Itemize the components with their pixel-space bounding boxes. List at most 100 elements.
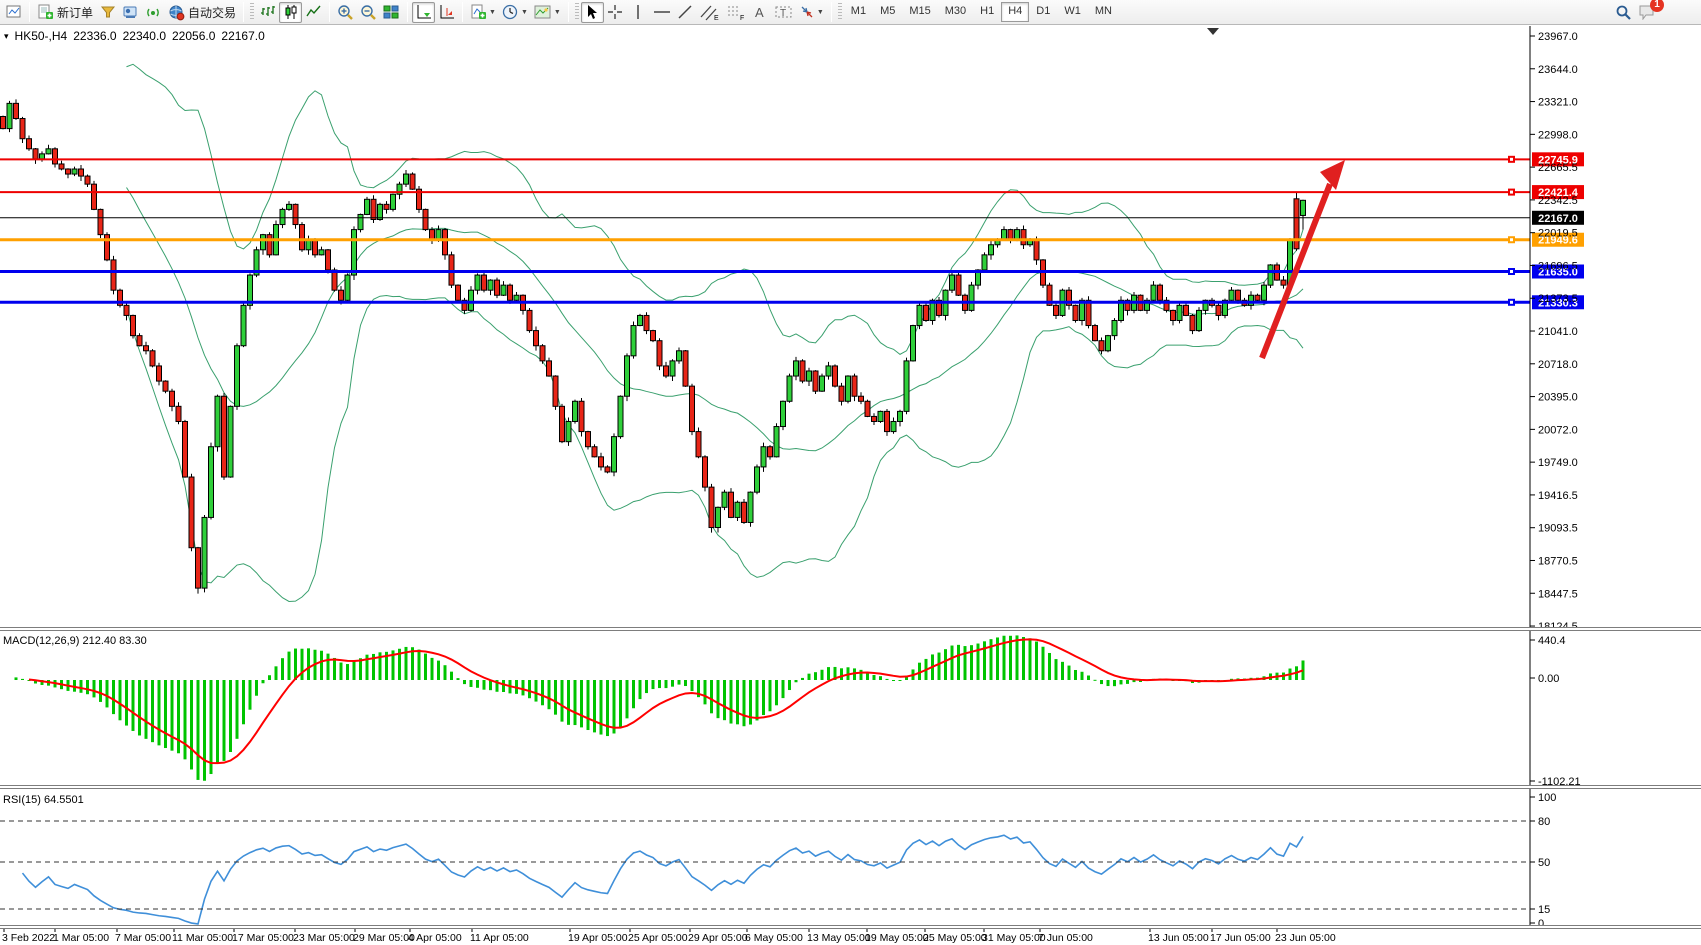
svg-text:29 Apr 05:00: 29 Apr 05:00 (688, 932, 748, 944)
svg-text:21373.5: 21373.5 (1538, 293, 1578, 305)
chart-window-button[interactable] (2, 2, 25, 23)
timeframe-button-M1[interactable]: M1 (844, 2, 873, 22)
vertical-line-button[interactable] (627, 2, 650, 23)
svg-text:23967.0: 23967.0 (1538, 31, 1578, 43)
crosshair-icon (607, 4, 623, 20)
svg-text:20718.0: 20718.0 (1538, 359, 1578, 371)
svg-text:100: 100 (1538, 792, 1556, 804)
timeframe-button-M30[interactable]: M30 (938, 2, 973, 22)
auto-scroll-button[interactable] (412, 2, 435, 23)
auto-scroll-icon (416, 4, 432, 20)
cursor-icon (585, 4, 599, 20)
arrows-button[interactable]: ▼ (796, 2, 827, 23)
tile-windows-button[interactable] (380, 2, 403, 23)
svg-text:25 Apr 05:00: 25 Apr 05:00 (628, 932, 688, 944)
channel-button[interactable]: E (697, 2, 723, 23)
rsi-indicator-label: RSI(15) 64.5501 (3, 794, 84, 806)
chart-title-bar: ▾ HK50-,H4 22336.022340.022056.022167.0 (4, 29, 265, 43)
toolbar-separator (29, 2, 30, 22)
funnel-icon (100, 4, 116, 20)
svg-text:23 Jun 05:00: 23 Jun 05:00 (1275, 932, 1336, 944)
trendline-button[interactable] (674, 2, 697, 23)
svg-text:3 Feb 2022: 3 Feb 2022 (2, 932, 55, 944)
trend-arrow-annotation[interactable] (1262, 160, 1345, 358)
terminal-button[interactable] (119, 2, 142, 23)
svg-text:19416.5: 19416.5 (1538, 490, 1578, 502)
timeframe-button-H4[interactable]: H4 (1001, 2, 1029, 22)
svg-text:22019.5: 22019.5 (1538, 228, 1578, 240)
horizontal-line-22745.9[interactable] (0, 156, 1530, 163)
svg-text:22167.0: 22167.0 (1538, 213, 1578, 225)
macd-histogram (15, 635, 1305, 780)
timeframe-button-M15[interactable]: M15 (902, 2, 937, 22)
new-order-icon (37, 4, 54, 21)
line-chart-button[interactable] (302, 2, 325, 23)
chat-button[interactable]: 1 (1635, 2, 1659, 23)
rsi-panel-splitter[interactable] (0, 785, 1701, 789)
svg-text:17 Jun 05:00: 17 Jun 05:00 (1210, 932, 1271, 944)
arrows-icon (799, 4, 815, 20)
timeframe-button-W1[interactable]: W1 (1057, 2, 1088, 22)
bar-low-value: 22056.0 (172, 29, 215, 43)
chart-shift-button[interactable] (435, 2, 458, 23)
horizontal-line-22421.4[interactable] (0, 189, 1530, 196)
svg-text:1 Mar 05:00: 1 Mar 05:00 (53, 932, 109, 944)
search-button[interactable] (1612, 2, 1635, 23)
chart-menu-arrow-icon[interactable]: ▾ (4, 31, 9, 42)
zoom-out-icon (360, 4, 377, 21)
timeframe-button-MN[interactable]: MN (1088, 2, 1119, 22)
timeframe-button-M5[interactable]: M5 (873, 2, 902, 22)
macd-panel-splitter[interactable] (0, 627, 1701, 631)
template-icon (534, 5, 552, 20)
toolbar-separator (329, 2, 330, 22)
equidistant-channel-icon: E (700, 4, 720, 21)
svg-text:18447.5: 18447.5 (1538, 588, 1578, 600)
autotrading-button[interactable]: 自动交易 (165, 2, 239, 23)
bar-open-value: 22336.0 (73, 29, 116, 43)
periods-button[interactable]: ▼ (499, 2, 531, 23)
svg-text:11 Mar 05:00: 11 Mar 05:00 (172, 932, 233, 944)
svg-text:19749.0: 19749.0 (1538, 457, 1578, 469)
time-axis: 3 Feb 20221 Mar 05:007 Mar 05:0011 Mar 0… (2, 927, 1336, 944)
new-order-button[interactable]: 新订单 (34, 2, 96, 23)
templates-button[interactable]: ▼ (531, 2, 564, 23)
indicators-button[interactable]: ▼ (467, 2, 499, 23)
main-toolbar: 新订单 自动交易 (0, 0, 1701, 25)
svg-text:23 Mar 05:00: 23 Mar 05:00 (293, 932, 355, 944)
signals-button[interactable] (142, 2, 165, 23)
cursor-button[interactable] (581, 2, 604, 23)
dropdown-arrow-icon: ▼ (817, 9, 824, 16)
timeframe-button-D1[interactable]: D1 (1029, 2, 1057, 22)
svg-text:23644.0: 23644.0 (1538, 64, 1578, 76)
candlestick-chart-button[interactable] (279, 2, 302, 23)
market-depth-button[interactable] (96, 2, 119, 23)
svg-text:7 Jun 05:00: 7 Jun 05:00 (1038, 932, 1093, 944)
fibonacci-icon: F (726, 4, 746, 21)
label-button[interactable]: T (772, 2, 796, 23)
svg-text:0.00: 0.00 (1538, 673, 1559, 685)
svg-text:23321.0: 23321.0 (1538, 97, 1578, 109)
horizontal-line-21330.3[interactable] (0, 299, 1530, 306)
crosshair-button[interactable] (604, 2, 627, 23)
timeframe-button-H1[interactable]: H1 (973, 2, 1001, 22)
bollinger-bands (127, 64, 1304, 601)
svg-text:31 May 05:00: 31 May 05:00 (982, 932, 1046, 944)
new-order-label: 新订单 (57, 4, 93, 21)
clock-icon (502, 4, 519, 21)
horizontal-line-21635.0[interactable] (0, 268, 1530, 275)
search-icon (1615, 4, 1632, 21)
horizontal-line-button[interactable] (650, 2, 674, 23)
candlestick-icon (283, 4, 299, 20)
zoom-out-button[interactable] (357, 2, 380, 23)
rsi-line (23, 835, 1304, 924)
bar-chart-button[interactable] (256, 2, 279, 23)
text-button[interactable]: A (749, 2, 772, 23)
terminal-icon (122, 4, 139, 20)
zoom-in-button[interactable] (334, 2, 357, 23)
svg-text:20072.0: 20072.0 (1538, 424, 1578, 436)
svg-text:50: 50 (1538, 857, 1550, 869)
autotrading-label: 自动交易 (188, 4, 236, 21)
toolbar-grip (838, 3, 842, 21)
horizontal-line-icon (653, 4, 671, 20)
fibonacci-button[interactable]: F (723, 2, 749, 23)
